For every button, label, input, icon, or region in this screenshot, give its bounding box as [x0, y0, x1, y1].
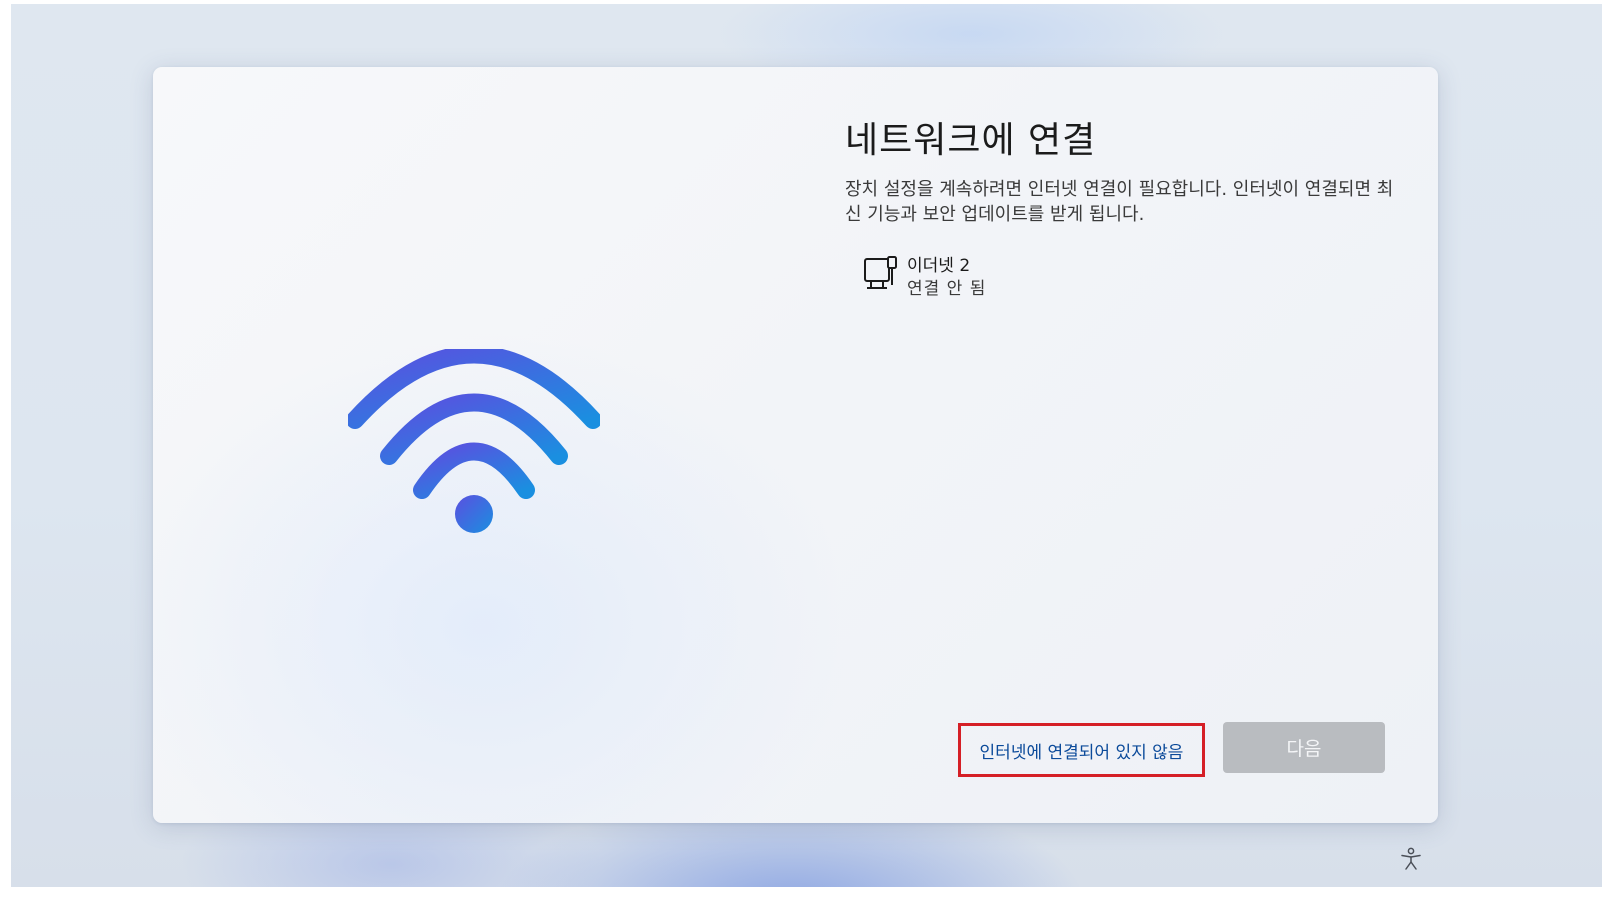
network-name: 이더넷 2 [907, 256, 971, 276]
network-status: 연결 안 됨 [907, 279, 987, 299]
no-internet-link[interactable]: 인터넷에 연결되어 있지 않음 [958, 723, 1205, 777]
wifi-arc-inner [413, 442, 535, 499]
ethernet-icon [864, 256, 897, 289]
wifi-icon [348, 349, 600, 533]
page-description: 장치 설정을 계속하려면 인터넷 연결이 필요합니다. 인터넷이 연결되면 최신… [845, 179, 1394, 225]
network-item-ethernet[interactable]: 이더넷 2 연결 안 됨 [863, 255, 1113, 307]
accessibility-icon[interactable] [1400, 847, 1422, 871]
page-title: 네트워크에 연결 [845, 120, 1097, 161]
network-text: 이더넷 2 연결 안 됨 [907, 255, 986, 301]
setup-card: 네트워크에 연결 장치 설정을 계속하려면 인터넷 연결이 필요합니다. 인터넷… [153, 67, 1438, 823]
oobe-background: 네트워크에 연결 장치 설정을 계속하려면 인터넷 연결이 필요합니다. 인터넷… [11, 4, 1602, 887]
wifi-dot [455, 495, 493, 533]
next-button[interactable]: 다음 [1223, 722, 1385, 773]
